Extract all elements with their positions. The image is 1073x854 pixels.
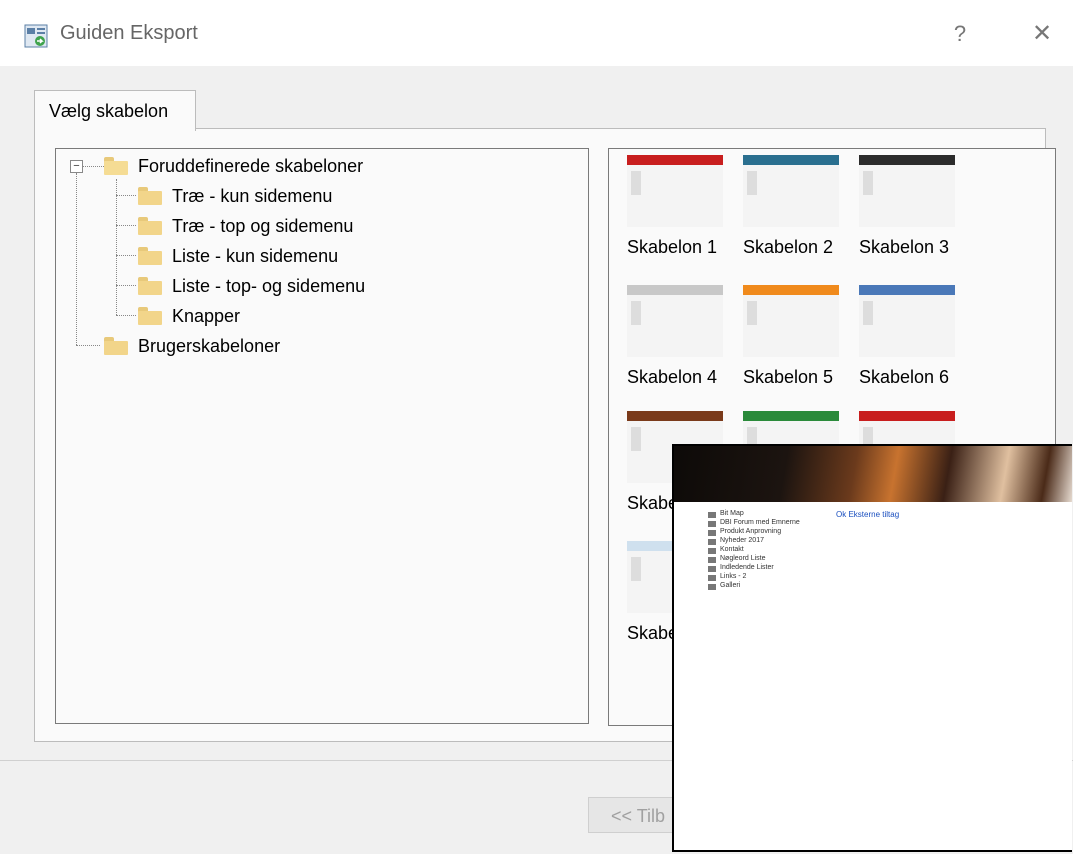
tree-item-label: Foruddefinerede skabeloner xyxy=(138,156,364,176)
folder-icon xyxy=(138,277,162,295)
preview-menu-item: Produkt Anprovning xyxy=(720,528,782,535)
tree-item-label: Brugerskabeloner xyxy=(138,336,281,356)
template-label[interactable]: Skabelon 5 xyxy=(743,367,833,388)
thumbnail-header xyxy=(743,285,839,295)
template-thumbnail[interactable] xyxy=(743,285,839,357)
folder-icon xyxy=(138,307,162,325)
collapse-toggle[interactable]: − xyxy=(70,160,83,173)
thumbnail-sidemenu xyxy=(863,301,873,325)
preview-menu-item: DBI Forum med Emnerne xyxy=(720,519,800,526)
thumbnail-sidemenu xyxy=(631,171,641,195)
tree-item-label: Knapper xyxy=(172,306,241,326)
template-preview-popup: Ok Eksterne tiltag Bit Map DBI Forum med … xyxy=(672,444,1072,852)
tab-label: Vælg skabelon xyxy=(49,101,169,121)
preview-menu-item: Kontakt xyxy=(720,546,744,553)
tree-line xyxy=(76,345,100,346)
preview-folder-icon xyxy=(708,566,716,572)
thumbnail-header xyxy=(627,411,723,421)
thumbnail-header xyxy=(743,411,839,421)
tree-item-label: Liste - kun sidemenu xyxy=(172,246,339,266)
template-thumbnail[interactable] xyxy=(743,155,839,227)
thumbnail-header xyxy=(859,411,955,421)
preview-folder-icon xyxy=(708,521,716,527)
preview-folder-icon xyxy=(708,557,716,563)
thumbnail-sidemenu xyxy=(631,557,641,581)
folder-icon xyxy=(138,247,162,265)
template-thumbnail[interactable] xyxy=(627,285,723,357)
tree-line xyxy=(116,255,136,256)
thumbnail-sidemenu xyxy=(863,171,873,195)
window-title: Guiden Eksport xyxy=(60,22,198,44)
preview-menu-item: Nyheder 2017 xyxy=(720,537,764,544)
thumbnail-sidemenu xyxy=(631,301,641,325)
title-bar: Guiden Eksport ? ✕ xyxy=(0,0,1073,66)
preview-folder-icon xyxy=(708,548,716,554)
template-thumbnail[interactable] xyxy=(627,155,723,227)
close-button[interactable]: ✕ xyxy=(1022,18,1062,50)
preview-menu-item: Links - 2 xyxy=(720,573,747,580)
tree-item-label: Træ - kun sidemenu xyxy=(172,186,333,206)
preview-menu-item: Galleri xyxy=(720,582,741,589)
thumbnail-sidemenu xyxy=(747,301,757,325)
thumbnail-header xyxy=(859,285,955,295)
preview-folder-icon xyxy=(708,512,716,518)
preview-folder-icon xyxy=(708,584,716,590)
preview-menu-item: Nøgleord Liste xyxy=(720,555,766,562)
help-button[interactable]: ? xyxy=(940,18,980,50)
tree-line xyxy=(82,166,104,167)
preview-banner-image xyxy=(674,446,1072,502)
tab-choose-template[interactable]: Vælg skabelon xyxy=(34,90,196,131)
template-thumbnail[interactable] xyxy=(859,285,955,357)
thumbnail-header xyxy=(627,155,723,165)
folder-icon xyxy=(138,187,162,205)
thumbnail-header xyxy=(627,285,723,295)
preview-link: Ok Eksterne tiltag xyxy=(836,510,900,519)
tree-item-label: Liste - top- og sidemenu xyxy=(172,276,366,296)
preview-folder-icon xyxy=(708,575,716,581)
template-label[interactable]: Skabelon 4 xyxy=(627,367,717,388)
tree-item-label: Træ - top og sidemenu xyxy=(172,216,354,236)
template-label[interactable]: Skabelon 6 xyxy=(859,367,949,388)
folder-open-icon xyxy=(104,157,128,175)
tree-line xyxy=(76,173,77,345)
template-label[interactable]: Skabelon 3 xyxy=(859,237,949,258)
export-app-icon xyxy=(24,24,48,48)
thumbnail-header xyxy=(743,155,839,165)
tree-line xyxy=(116,195,136,196)
thumbnail-sidemenu xyxy=(747,171,757,195)
template-tree[interactable]: − Foruddefinerede skabeloner Træ - kun s… xyxy=(55,148,589,724)
folder-icon xyxy=(138,217,162,235)
preview-menu-item: Indledende Lister xyxy=(720,564,774,571)
thumbnail-sidemenu xyxy=(631,427,641,451)
template-label[interactable]: Skabe xyxy=(627,623,678,644)
preview-menu-item: Bit Map xyxy=(720,510,744,517)
template-label[interactable]: Skabelon 2 xyxy=(743,237,833,258)
template-thumbnail[interactable] xyxy=(859,155,955,227)
preview-folder-icon xyxy=(708,539,716,545)
preview-folder-icon xyxy=(708,530,716,536)
thumbnail-header xyxy=(859,155,955,165)
tree-line xyxy=(116,225,136,226)
tree-line xyxy=(116,285,136,286)
tree-line xyxy=(116,179,117,315)
folder-icon xyxy=(104,337,128,355)
export-wizard-window: Guiden Eksport ? ✕ Vælg skabelon − Forud… xyxy=(0,0,1073,854)
tree-line xyxy=(116,315,136,316)
template-label[interactable]: Skabelon 1 xyxy=(627,237,717,258)
